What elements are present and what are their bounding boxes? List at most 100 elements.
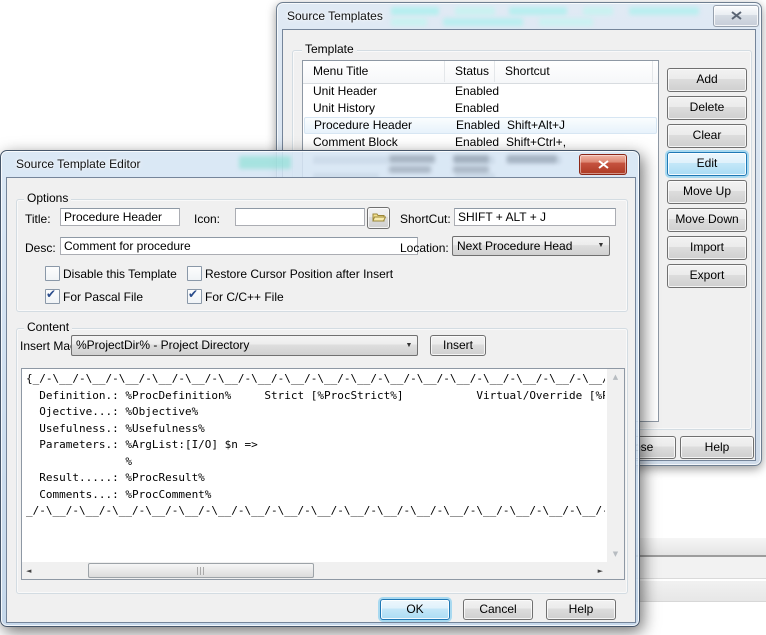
column-header-menu-title[interactable]: Menu Title bbox=[303, 61, 445, 82]
scroll-down-icon[interactable]: ▼ bbox=[607, 550, 624, 558]
glass-reflection bbox=[443, 18, 523, 26]
title-field[interactable]: Procedure Header bbox=[60, 208, 180, 226]
import-button[interactable]: Import bbox=[667, 236, 747, 260]
glass-reflection bbox=[391, 7, 439, 15]
source-template-editor-dialog: Source Template Editor Options Title: Pr… bbox=[0, 150, 640, 627]
table-row[interactable]: Comment Block Enabled Shift+Ctrl+, bbox=[303, 134, 658, 151]
browse-icon-button[interactable] bbox=[367, 207, 390, 229]
shortcut-field[interactable]: SHIFT + ALT + J bbox=[454, 208, 616, 226]
shortcut-label: ShortCut: bbox=[400, 212, 451, 226]
template-text: {_/-\__/-\__/-\__/-\__/-\__/-\__/-\__/-\… bbox=[26, 372, 605, 517]
cell-shortcut bbox=[506, 100, 646, 117]
close-icon bbox=[597, 160, 609, 169]
cell-status: Enabled bbox=[456, 118, 501, 132]
column-header-spacer bbox=[653, 61, 668, 82]
export-button[interactable]: Export bbox=[667, 264, 747, 288]
cell-menu-title: Procedure Header bbox=[314, 118, 413, 132]
cancel-button[interactable]: Cancel bbox=[463, 599, 533, 620]
help-button[interactable]: Help bbox=[680, 436, 754, 459]
cell-menu-title: Comment Block bbox=[313, 135, 398, 149]
obscured-text bbox=[507, 155, 557, 163]
edit-button[interactable]: Edit bbox=[667, 152, 747, 176]
pascal-file-label: For Pascal File bbox=[63, 290, 144, 304]
icon-field[interactable] bbox=[235, 208, 365, 226]
scroll-left-icon[interactable]: ◄ bbox=[26, 567, 31, 575]
table-row[interactable]: Unit History Enabled bbox=[303, 100, 658, 117]
background-panel-middle bbox=[618, 557, 766, 579]
obscured-text bbox=[389, 155, 435, 163]
icon-label: Icon: bbox=[194, 212, 221, 226]
insert-macro-dropdown[interactable]: %ProjectDir% - Project Directory ▼ bbox=[71, 335, 418, 356]
cell-shortcut: Shift+Ctrl+, bbox=[506, 135, 567, 149]
location-dropdown[interactable]: Next Procedure Head ▼ bbox=[452, 236, 610, 256]
disable-template-checkbox[interactable] bbox=[45, 266, 60, 281]
restore-cursor-label: Restore Cursor Position after Insert bbox=[205, 267, 394, 281]
list-header[interactable]: Menu Title Status Shortcut bbox=[303, 61, 658, 84]
glass-reflection bbox=[583, 7, 613, 15]
content-group-label: Content bbox=[24, 321, 73, 334]
table-row-selected[interactable]: Procedure Header Enabled Shift+Alt+J bbox=[304, 117, 657, 134]
pascal-file-checkbox[interactable]: ✔ bbox=[45, 287, 60, 304]
check-icon: ✔ bbox=[46, 287, 57, 301]
source-templates-titlebar[interactable]: Source Templates bbox=[277, 3, 761, 29]
cell-status: Enabled bbox=[455, 84, 500, 98]
location-label: Location: bbox=[400, 241, 449, 255]
scrollbar-thumb[interactable] bbox=[88, 563, 314, 578]
desc-field[interactable]: Comment for procedure bbox=[60, 237, 418, 255]
obscured-text bbox=[389, 166, 431, 173]
background-panel-top bbox=[618, 538, 766, 557]
glass-reflection bbox=[455, 7, 495, 15]
thumb-grip bbox=[197, 567, 204, 575]
dialog-title: Source Template Editor bbox=[16, 157, 141, 171]
vertical-scrollbar[interactable]: ▲ ▼ bbox=[607, 369, 624, 562]
dialog-title: Source Templates bbox=[287, 9, 383, 23]
options-group-label: Options bbox=[24, 192, 72, 205]
scroll-up-icon[interactable]: ▲ bbox=[607, 373, 624, 381]
template-content-editor[interactable]: {_/-\__/-\__/-\__/-\__/-\__/-\__/-\__/-\… bbox=[21, 368, 625, 580]
delete-button[interactable]: Delete bbox=[667, 96, 747, 120]
help-button[interactable]: Help bbox=[546, 599, 616, 620]
close-button[interactable] bbox=[713, 5, 759, 27]
add-button[interactable]: Add bbox=[667, 68, 747, 92]
glass-reflection bbox=[539, 18, 593, 26]
insert-macro-value: %ProjectDir% - Project Directory bbox=[76, 338, 250, 352]
restore-cursor-checkbox[interactable] bbox=[187, 266, 202, 281]
desc-label: Desc: bbox=[25, 241, 56, 255]
chevron-down-icon: ▼ bbox=[597, 242, 605, 249]
title-label: Title: bbox=[25, 212, 51, 226]
column-header-status[interactable]: Status bbox=[445, 61, 495, 82]
check-icon: ✔ bbox=[188, 287, 199, 301]
horizontal-scrollbar[interactable]: ◄ ► bbox=[22, 562, 607, 579]
clear-button[interactable]: Clear bbox=[667, 124, 747, 148]
cell-menu-title: Unit History bbox=[313, 101, 376, 115]
glass-reflection bbox=[239, 156, 291, 169]
background-panel-bottom bbox=[618, 581, 766, 602]
disable-template-label: Disable this Template bbox=[63, 267, 177, 281]
cell-status: Enabled bbox=[455, 101, 500, 115]
glass-reflection bbox=[391, 18, 427, 26]
move-up-button[interactable]: Move Up bbox=[667, 180, 747, 204]
close-button[interactable] bbox=[579, 154, 627, 175]
move-down-button[interactable]: Move Down bbox=[667, 208, 747, 232]
cell-shortcut bbox=[506, 83, 646, 100]
chevron-down-icon: ▼ bbox=[405, 342, 413, 349]
cpp-file-label: For C/C++ File bbox=[205, 290, 284, 304]
glass-reflection bbox=[509, 7, 567, 15]
scrollbar-corner bbox=[607, 562, 624, 579]
cpp-file-checkbox[interactable]: ✔ bbox=[187, 287, 202, 304]
glass-reflection bbox=[629, 7, 699, 15]
editor-titlebar[interactable]: Source Template Editor bbox=[1, 151, 639, 177]
insert-button[interactable]: Insert bbox=[430, 335, 486, 356]
table-row[interactable]: Unit Header Enabled bbox=[303, 83, 658, 100]
close-icon bbox=[730, 11, 742, 20]
scroll-right-icon[interactable]: ► bbox=[598, 567, 603, 575]
column-header-shortcut[interactable]: Shortcut bbox=[495, 61, 653, 82]
obscured-text bbox=[453, 155, 489, 163]
cell-status: Enabled bbox=[455, 135, 500, 149]
template-group-label: Template bbox=[302, 43, 357, 56]
obscured-text bbox=[453, 166, 489, 173]
location-value: Next Procedure Head bbox=[457, 239, 573, 253]
cell-menu-title: Unit Header bbox=[313, 84, 378, 98]
ok-button[interactable]: OK bbox=[380, 599, 450, 620]
folder-open-icon bbox=[371, 213, 386, 222]
